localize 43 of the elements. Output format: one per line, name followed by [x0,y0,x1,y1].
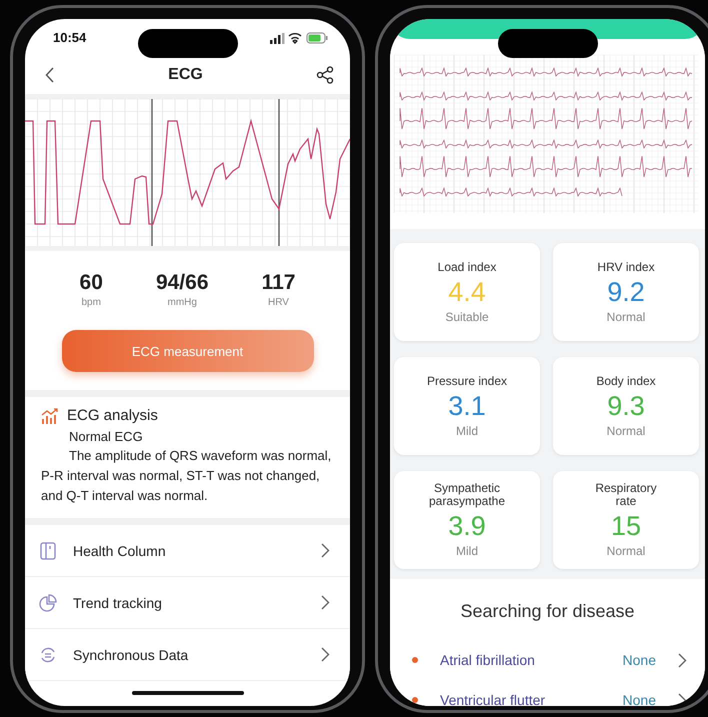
column-icon [39,542,57,560]
index-value: 3.1 [448,390,486,422]
index-label: Load index [438,260,496,274]
index-label: Sympathetic parasympathe [428,482,506,508]
index-value: 9.3 [607,390,645,422]
chevron-icon [321,543,330,558]
page-title: ECG [168,66,203,84]
analysis-title: ECG analysis [67,407,158,424]
index-status: Suitable [445,310,489,324]
stat-value: 60 [80,271,103,295]
trend-chart-icon [41,408,59,424]
index-status: Normal [606,310,646,324]
analysis-text: The amplitude of QRS waveform was normal, P-R interval was normal, ST-T was not changed, and Q-T interval was normal. [41,447,332,505]
stat-value: 94/66 [156,271,209,295]
section-title: Searching for disease [459,601,636,622]
sync-icon [39,646,57,664]
stat-value: 117 [262,271,296,295]
index-status: Mild [456,424,478,438]
bullet-dot [412,657,418,663]
analysis-result: Normal ECG [69,429,144,444]
index-value: 4.4 [448,276,486,308]
index-label: Pressure index [426,374,508,388]
disease-item[interactable]: Atrial fibrillation None [390,640,705,680]
status-icons [270,32,328,44]
index-status: Normal [606,424,646,438]
index-value: 9.2 [607,276,645,308]
chevron-icon [321,595,330,610]
stat-unit: mmHg [168,297,197,308]
index-status: Normal [606,544,646,558]
chevron-icon [678,652,687,668]
chevron-icon [321,647,330,662]
disease-item[interactable]: Ventricular flutter None [390,680,705,706]
index-label: HRV index [597,260,655,274]
index-value: 3.9 [448,511,486,542]
index-label: Body index [596,374,656,388]
index-value: 15 [610,511,642,542]
stat-unit: bpm [81,297,101,308]
bullet-dot [412,697,418,703]
stat-unit: HRV [268,297,289,308]
index-label: Respiratory rate [594,482,658,508]
status-time: 10:54 [53,30,86,45]
pie-chart-icon [39,594,57,612]
index-status: Mild [456,544,478,558]
